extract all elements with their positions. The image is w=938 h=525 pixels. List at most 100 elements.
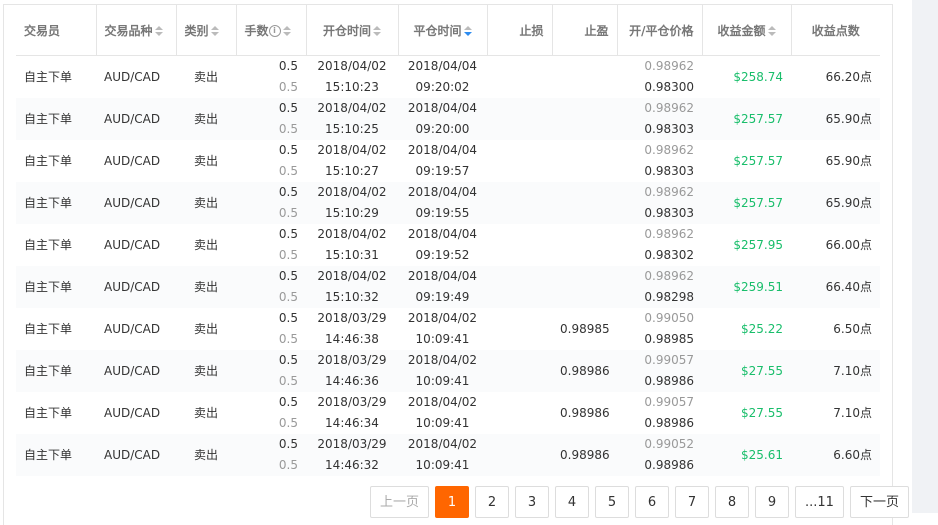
- take-profit-cell: [552, 266, 617, 308]
- take-profit-cell: [552, 56, 617, 99]
- header-symbol[interactable]: 交易品种: [96, 5, 177, 56]
- open-price: 0.98962: [644, 227, 694, 241]
- lots-cell: 0.5 0.5: [236, 392, 306, 434]
- open-time: 14:46:32: [325, 458, 379, 472]
- lots: 0.5: [278, 353, 298, 367]
- page-button[interactable]: 9: [755, 486, 790, 518]
- open-time: 14:46:36: [325, 374, 379, 388]
- profit-cell: $27.55: [702, 350, 791, 392]
- page-button[interactable]: 4: [555, 486, 590, 518]
- profit-cell: $25.22: [741, 321, 783, 336]
- price-cell: 0.99052 0.98986: [617, 434, 702, 476]
- stop-loss-cell: [487, 434, 552, 476]
- trader-cell: 自主下单: [16, 98, 96, 140]
- lots: 0.5: [278, 101, 298, 115]
- trader-cell: 自主下单: [16, 434, 96, 476]
- stop-loss-cell: [487, 224, 552, 266]
- type-cell: 卖出: [193, 69, 218, 84]
- open-price: 0.98962: [644, 269, 694, 283]
- sort-icon[interactable]: [154, 26, 163, 36]
- header-label: 手数: [244, 23, 269, 38]
- sort-icon[interactable]: [210, 26, 219, 36]
- trader-cell: 自主下单: [16, 350, 96, 392]
- page-button[interactable]: 1: [435, 486, 470, 518]
- close-time-cell: 2018/04/04 09:19:52: [398, 224, 487, 266]
- type-cell: 卖出: [193, 405, 218, 420]
- page-button[interactable]: 7: [675, 486, 710, 518]
- price-cell: 0.98962 0.98303: [617, 140, 702, 182]
- table-header: 交易员 交易品种 类别 手数 i 开仓时间 平仓时间 止损 止盈 开/平仓价格 收…: [16, 5, 880, 56]
- open-price: 0.98962: [644, 143, 694, 157]
- close-time: 10:09:41: [415, 374, 470, 388]
- header-points: 收益点数: [791, 5, 880, 56]
- header-trader: 交易员: [16, 5, 97, 56]
- prev-page-button[interactable]: 上一页: [370, 486, 430, 518]
- page-button[interactable]: 5: [595, 486, 630, 518]
- open-date: 2018/04/02: [317, 59, 387, 73]
- page-button[interactable]: 2: [475, 486, 510, 518]
- type-cell: 卖出: [176, 98, 236, 140]
- close-price: 0.98303: [644, 122, 694, 136]
- sort-icon[interactable]: [282, 26, 291, 36]
- stop-loss-cell: [487, 266, 552, 308]
- header-lots[interactable]: 手数 i: [236, 5, 307, 56]
- profit-cell: $257.57: [733, 153, 783, 168]
- page-button[interactable]: 3: [515, 486, 550, 518]
- next-page-button[interactable]: 下一页: [849, 486, 909, 518]
- sort-icon[interactable]: [767, 26, 776, 36]
- header-label: 平仓时间: [413, 23, 462, 38]
- close-time: 10:09:41: [415, 332, 470, 346]
- lots: 0.5: [278, 437, 298, 451]
- close-date: 2018/04/02: [407, 353, 478, 367]
- sort-icon[interactable]: [373, 26, 381, 36]
- stop-loss-cell: [487, 308, 552, 350]
- close-time-cell: 2018/04/02 10:09:41: [398, 350, 487, 392]
- open-time: 15:10:23: [325, 80, 379, 94]
- open-time-cell: 2018/03/29 14:46:36: [306, 350, 398, 392]
- stop-loss-cell: [487, 56, 552, 99]
- header-type[interactable]: 类别: [176, 5, 237, 56]
- page-button[interactable]: 8: [715, 486, 750, 518]
- header-close-time[interactable]: 平仓时间: [398, 5, 488, 56]
- lots: 0.5: [278, 311, 298, 325]
- symbol-cell: AUD/CAD: [104, 405, 161, 420]
- header-label: 止盈: [584, 23, 609, 38]
- type-cell: 卖出: [176, 266, 236, 308]
- lots-cell: 0.5 0.5: [236, 182, 306, 224]
- open-time-cell: 2018/04/02 15:10:27: [306, 140, 398, 182]
- take-profit-cell: 0.98985: [560, 321, 610, 336]
- lots-cell: 0.5 0.5: [236, 56, 306, 99]
- open-time: 15:10:25: [325, 122, 379, 136]
- close-price: 0.98303: [644, 206, 694, 220]
- table-row: 自主下单 AUD/CAD 卖出 0.5 0.5 2018/03/29 14:46:3…: [16, 392, 880, 434]
- page-button[interactable]: 6: [635, 486, 670, 518]
- close-date: 2018/04/04: [407, 227, 478, 241]
- sort-desc-icon[interactable]: [463, 26, 472, 36]
- table-row: 自主下单 AUD/CAD 卖出 0.5 0.5 2018/04/02 15:10:3…: [16, 224, 880, 266]
- profit-cell: $258.74: [733, 69, 783, 84]
- page-button[interactable]: ...11: [795, 486, 844, 518]
- close-date: 2018/04/04: [407, 143, 478, 157]
- price-cell: 0.98962 0.98303: [617, 182, 702, 224]
- close-date: 2018/04/02: [407, 437, 478, 451]
- header-profit[interactable]: 收益金额: [702, 5, 792, 56]
- profit-cell: $257.95: [733, 237, 783, 252]
- info-icon[interactable]: i: [268, 25, 281, 37]
- lots-closed: 0.5: [278, 416, 298, 430]
- header-label: 开/平仓价格: [629, 23, 694, 38]
- close-date: 2018/04/04: [407, 269, 478, 283]
- close-price: 0.98303: [644, 164, 694, 178]
- close-time-cell: 2018/04/02 10:09:41: [398, 434, 487, 476]
- lots: 0.5: [278, 143, 298, 157]
- symbol-cell: AUD/CAD: [96, 182, 176, 224]
- type-cell: 卖出: [193, 237, 218, 252]
- open-date: 2018/03/29: [317, 395, 387, 409]
- open-price: 0.99050: [644, 311, 694, 325]
- close-time-cell: 2018/04/04 09:19:55: [398, 182, 487, 224]
- profit-cell: $25.61: [702, 434, 791, 476]
- open-time-cell: 2018/04/02 15:10:32: [306, 266, 398, 308]
- header-open-time[interactable]: 开仓时间: [306, 5, 399, 56]
- header-label: 止损: [519, 23, 544, 38]
- lots-cell: 0.5 0.5: [236, 266, 306, 308]
- trader-cell: 自主下单: [24, 237, 73, 252]
